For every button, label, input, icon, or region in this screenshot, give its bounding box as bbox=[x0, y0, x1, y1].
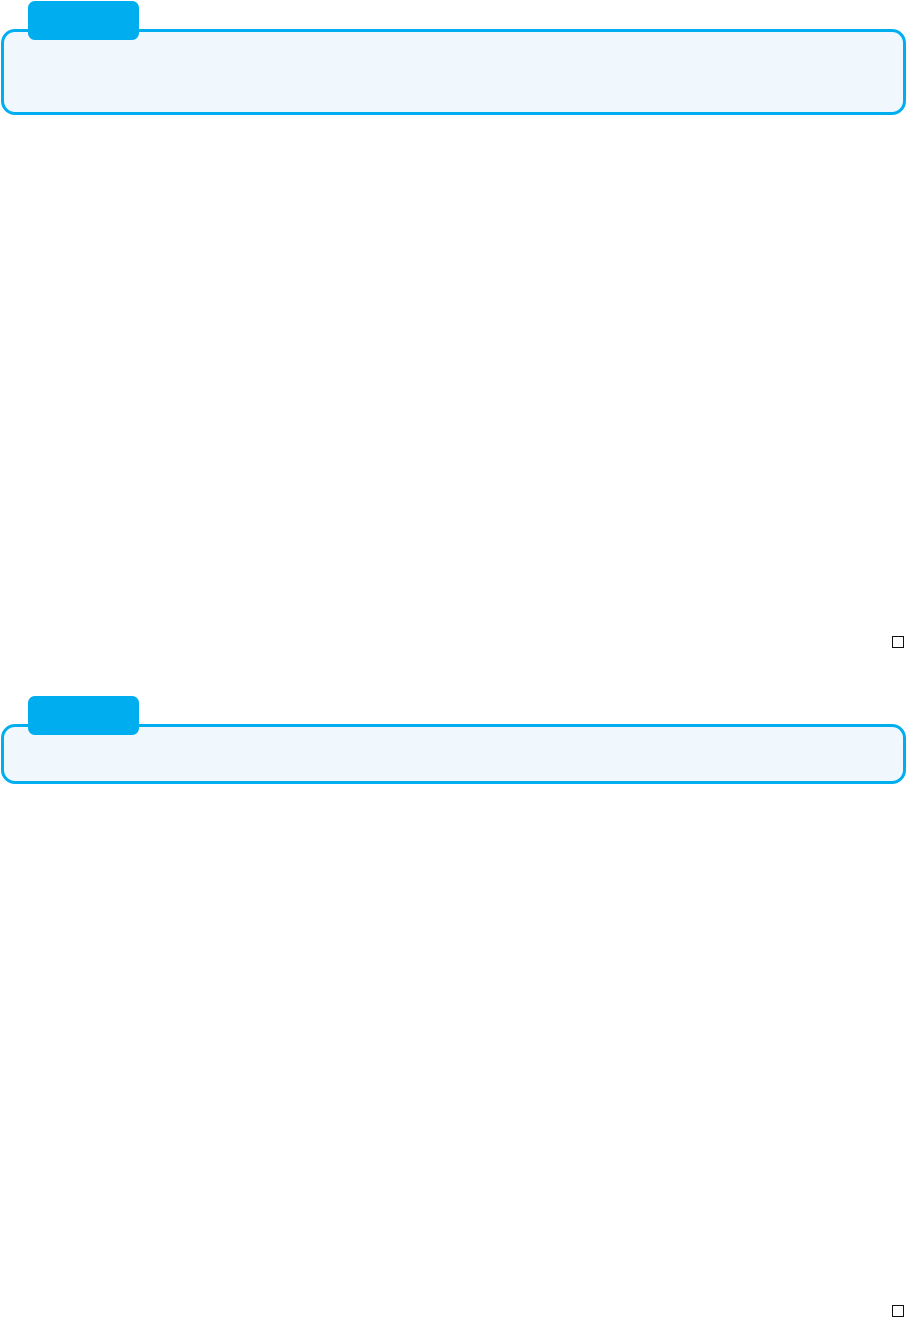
section-1-header-box bbox=[1, 29, 906, 115]
section-2-tab-label bbox=[28, 696, 139, 735]
end-of-section-square-icon bbox=[892, 636, 904, 648]
end-of-section-square-icon bbox=[892, 1305, 904, 1317]
section-1-tab-label bbox=[28, 1, 139, 40]
